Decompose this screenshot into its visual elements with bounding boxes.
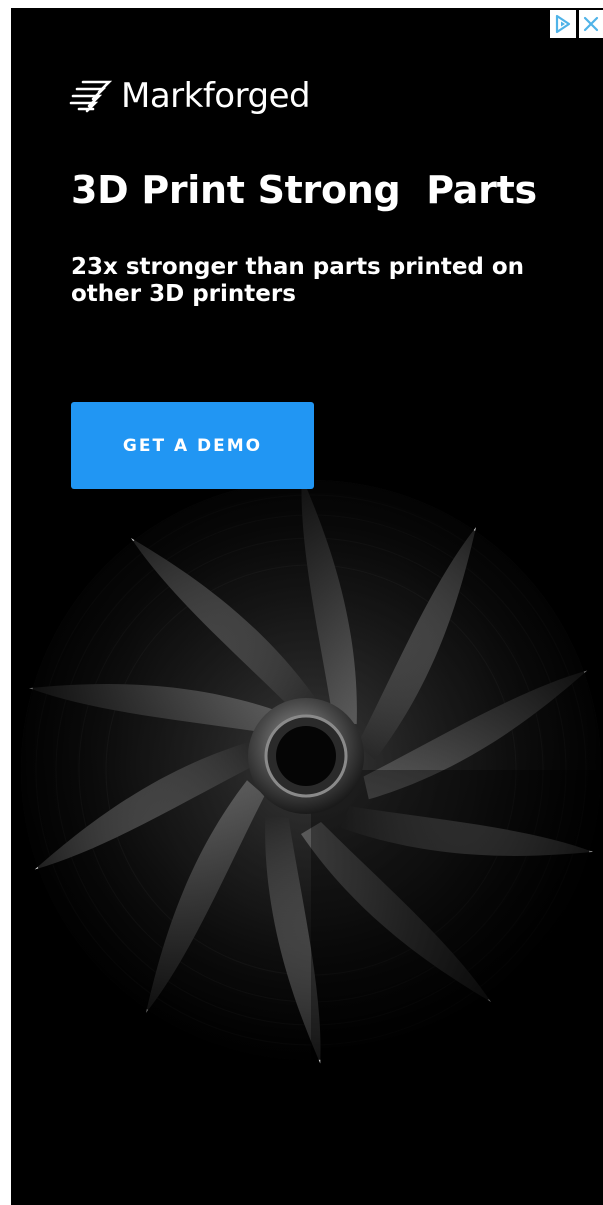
adchoices-button[interactable] — [550, 10, 576, 38]
headline: 3D Print Strong Parts — [71, 168, 537, 212]
brand-name: Markforged — [121, 76, 311, 116]
impeller-image — [21, 478, 603, 1064]
brand-logo[interactable]: Markforged — [69, 76, 311, 116]
markforged-stripes-icon — [69, 80, 113, 113]
close-button[interactable] — [579, 10, 603, 38]
ad-banner[interactable]: Markforged 3D Print Strong Parts 23x str… — [11, 8, 603, 1205]
close-icon — [583, 16, 599, 32]
get-a-demo-button[interactable]: GET A DEMO — [71, 402, 314, 489]
ad-controls — [547, 8, 603, 40]
subheadline: 23x stronger than parts printed on other… — [71, 254, 525, 307]
adchoices-icon — [555, 14, 571, 34]
